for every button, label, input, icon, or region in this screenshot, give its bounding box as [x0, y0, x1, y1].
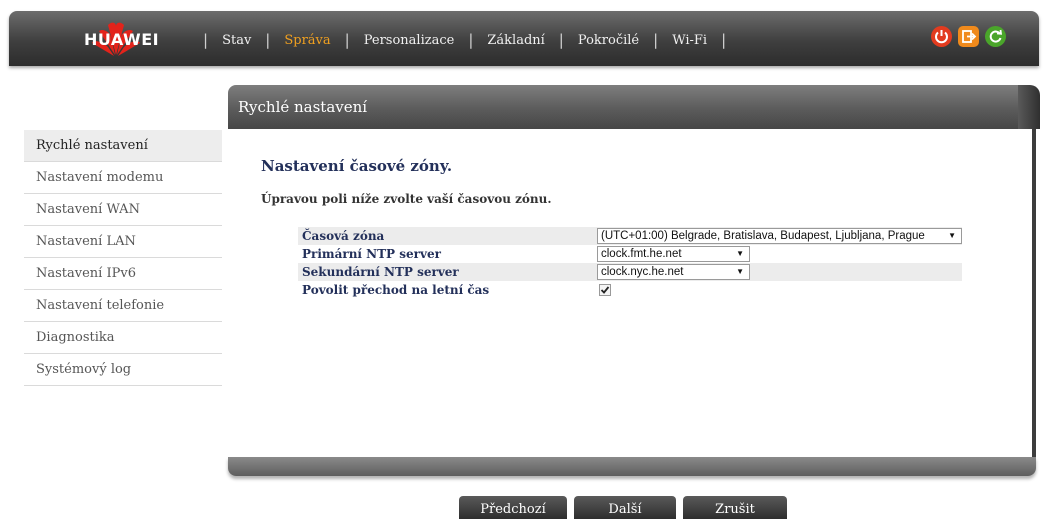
- previous-button[interactable]: Předchozí: [459, 496, 567, 519]
- nav-item-stav[interactable]: Stav: [222, 33, 251, 48]
- section-title: Nastavení časové zóny.: [261, 157, 453, 175]
- ntp-secondary-label: Sekundární NTP server: [302, 265, 459, 279]
- panel-header-cap: [1018, 85, 1040, 129]
- timezone-select-value: (UTC+01:00) Belgrade, Bratislava, Budape…: [601, 230, 925, 242]
- sidebar-item-nastaveni-lan[interactable]: Nastavení LAN: [24, 226, 222, 258]
- panel-footer: [228, 457, 1036, 476]
- nav-separator: |: [344, 31, 350, 49]
- dropdown-arrow-icon: ▼: [736, 249, 744, 258]
- nav-separator: |: [558, 31, 564, 49]
- next-button[interactable]: Další: [574, 496, 676, 519]
- ntp-secondary-value: clock.nyc.he.net: [601, 266, 684, 278]
- refresh-icon[interactable]: [985, 26, 1006, 47]
- checkmark-icon: [600, 286, 610, 294]
- nav-separator: |: [653, 31, 659, 49]
- form-row-ntp-secondary: Sekundární NTP server clock.nyc.he.net ▼: [298, 263, 962, 281]
- dst-checkbox[interactable]: [599, 284, 611, 296]
- brand-name: HUAWEI: [84, 30, 160, 49]
- top-actions: [931, 26, 1006, 47]
- panel-header: Rychlé nastavení: [228, 85, 1040, 129]
- timezone-label: Časová zóna: [302, 229, 385, 243]
- power-icon[interactable]: [931, 26, 952, 47]
- nav-separator: |: [468, 31, 474, 49]
- ntp-primary-select[interactable]: clock.fmt.he.net ▼: [597, 246, 750, 262]
- ntp-secondary-select[interactable]: clock.nyc.he.net ▼: [597, 264, 750, 280]
- timezone-form: Časová zóna (UTC+01:00) Belgrade, Bratis…: [298, 227, 962, 299]
- nav-item-wifi[interactable]: Wi-Fi: [672, 33, 707, 48]
- dst-label: Povolit přechod na letní čas: [302, 283, 490, 297]
- panel-body: Nastavení časové zóny. Úpravou poli níže…: [228, 129, 1036, 457]
- dropdown-arrow-icon: ▼: [948, 231, 956, 240]
- sidebar-item-nastaveni-telefonie[interactable]: Nastavení telefonie: [24, 290, 222, 322]
- main-nav: | Stav | Správa | Personalizace | Základ…: [189, 30, 740, 50]
- form-row-dst: Povolit přechod na letní čas: [298, 281, 962, 299]
- form-row-timezone: Časová zóna (UTC+01:00) Belgrade, Bratis…: [298, 227, 962, 245]
- nav-item-personalizace[interactable]: Personalizace: [364, 33, 455, 48]
- form-row-ntp-primary: Primární NTP server clock.fmt.he.net ▼: [298, 245, 962, 263]
- section-description: Úpravou poli níže zvolte vaší časovou zó…: [261, 192, 552, 206]
- ntp-primary-value: clock.fmt.he.net: [601, 248, 682, 260]
- sidebar-item-systemovy-log[interactable]: Systémový log: [24, 354, 222, 386]
- nav-item-sprava[interactable]: Správa: [284, 33, 330, 48]
- cancel-button[interactable]: Zrušit: [683, 496, 787, 519]
- wizard-buttons: Předchozí Další Zrušit: [459, 496, 787, 519]
- nav-separator: |: [265, 31, 271, 49]
- logout-icon[interactable]: [958, 26, 979, 47]
- sidebar-item-nastaveni-modemu[interactable]: Nastavení modemu: [24, 162, 222, 194]
- nav-separator: |: [721, 31, 727, 49]
- sidebar-item-diagnostika[interactable]: Diagnostika: [24, 322, 222, 354]
- top-navigation-bar: HUAWEI | Stav | Správa | Personalizace |…: [9, 11, 1039, 66]
- sidebar-item-rychle-nastaveni[interactable]: Rychlé nastavení: [24, 130, 222, 162]
- nav-item-pokrocile[interactable]: Pokročilé: [578, 33, 639, 48]
- panel-title: Rychlé nastavení: [238, 98, 368, 116]
- sidebar: Rychlé nastavení Nastavení modemu Nastav…: [24, 130, 222, 386]
- nav-item-zakladni[interactable]: Základní: [487, 33, 544, 48]
- dropdown-arrow-icon: ▼: [736, 267, 744, 276]
- ntp-primary-label: Primární NTP server: [302, 247, 441, 261]
- sidebar-item-nastaveni-wan[interactable]: Nastavení WAN: [24, 194, 222, 226]
- timezone-select[interactable]: (UTC+01:00) Belgrade, Bratislava, Budape…: [597, 228, 962, 244]
- nav-separator: |: [203, 31, 209, 49]
- sidebar-item-nastaveni-ipv6[interactable]: Nastavení IPv6: [24, 258, 222, 290]
